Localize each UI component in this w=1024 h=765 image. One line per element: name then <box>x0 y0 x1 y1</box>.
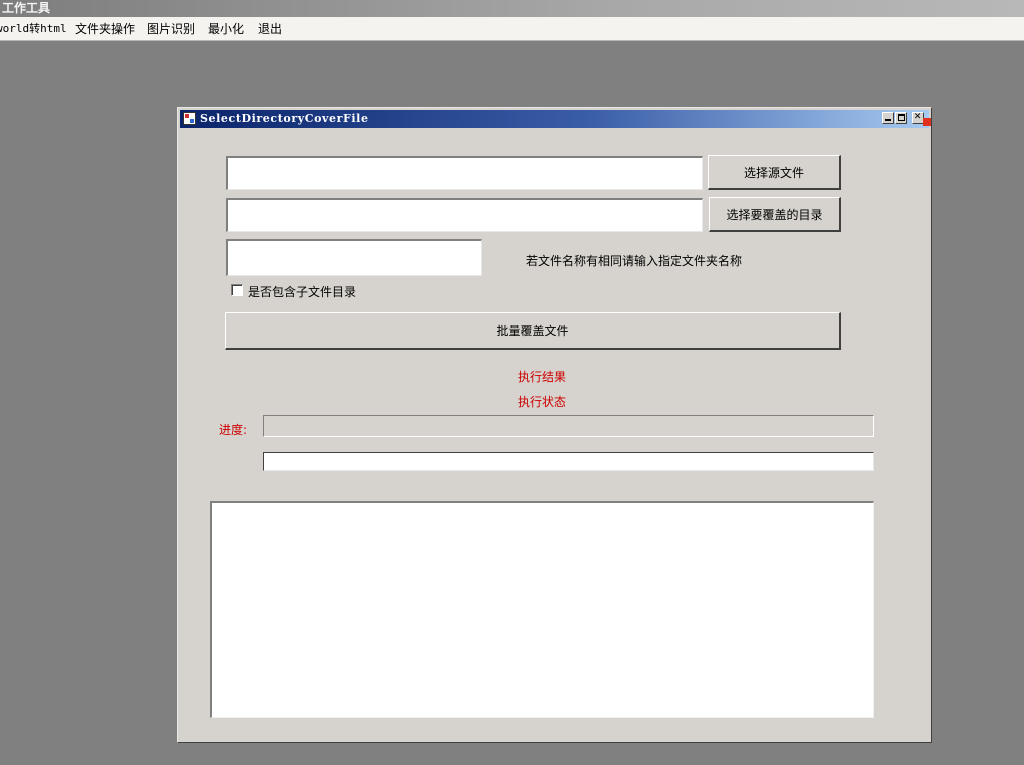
batch-cover-files-button[interactable]: 批量覆盖文件 <box>225 312 841 350</box>
menu-item-exit[interactable]: 退出 <box>258 21 282 37</box>
app-titlebar: 工作工具 <box>0 0 1024 17</box>
minimize-button[interactable] <box>882 112 894 124</box>
menu-item-word-to-html[interactable]: world转html <box>0 21 67 37</box>
log-textarea[interactable] <box>210 501 874 718</box>
source-file-input[interactable] <box>226 156 703 190</box>
minimize-icon <box>885 119 891 121</box>
resize-grip-icon <box>923 118 931 126</box>
close-icon: ✕ <box>913 112 923 122</box>
folder-name-input[interactable] <box>226 239 482 276</box>
maximize-button[interactable] <box>895 112 907 124</box>
current-file-field[interactable] <box>263 452 874 471</box>
menu-item-folder-ops[interactable]: 文件夹操作 <box>75 21 135 37</box>
target-directory-input[interactable] <box>226 198 703 232</box>
menu-item-image-recognition[interactable]: 图片识别 <box>147 21 195 37</box>
progress-label: 进度: <box>219 423 248 437</box>
app-title: 工作工具 <box>2 1 51 15</box>
include-subdirs-checkbox[interactable] <box>231 284 243 296</box>
menu-item-minimize[interactable]: 最小化 <box>208 21 244 37</box>
menubar: world转html 文件夹操作 图片识别 最小化 退出 <box>0 17 1024 41</box>
include-subdirs-label[interactable]: 是否包含子文件目录 <box>248 283 356 300</box>
window-titlebar[interactable]: SelectDirectoryCoverFile ✕ <box>180 110 931 128</box>
execution-status-label: 执行状态 <box>518 395 567 409</box>
select-source-file-button[interactable]: 选择源文件 <box>708 155 841 190</box>
maximize-icon <box>898 114 905 121</box>
execution-result-label: 执行结果 <box>518 370 567 384</box>
window-app-icon <box>183 112 196 125</box>
folder-name-hint: 若文件名称有相同请输入指定文件夹名称 <box>526 254 743 268</box>
window-title: SelectDirectoryCoverFile <box>200 112 369 125</box>
progress-bar <box>263 415 874 437</box>
select-target-directory-button[interactable]: 选择要覆盖的目录 <box>709 197 841 232</box>
select-directory-cover-file-window: SelectDirectoryCoverFile ✕ 选择源文件 选择要覆盖的目… <box>177 107 932 743</box>
